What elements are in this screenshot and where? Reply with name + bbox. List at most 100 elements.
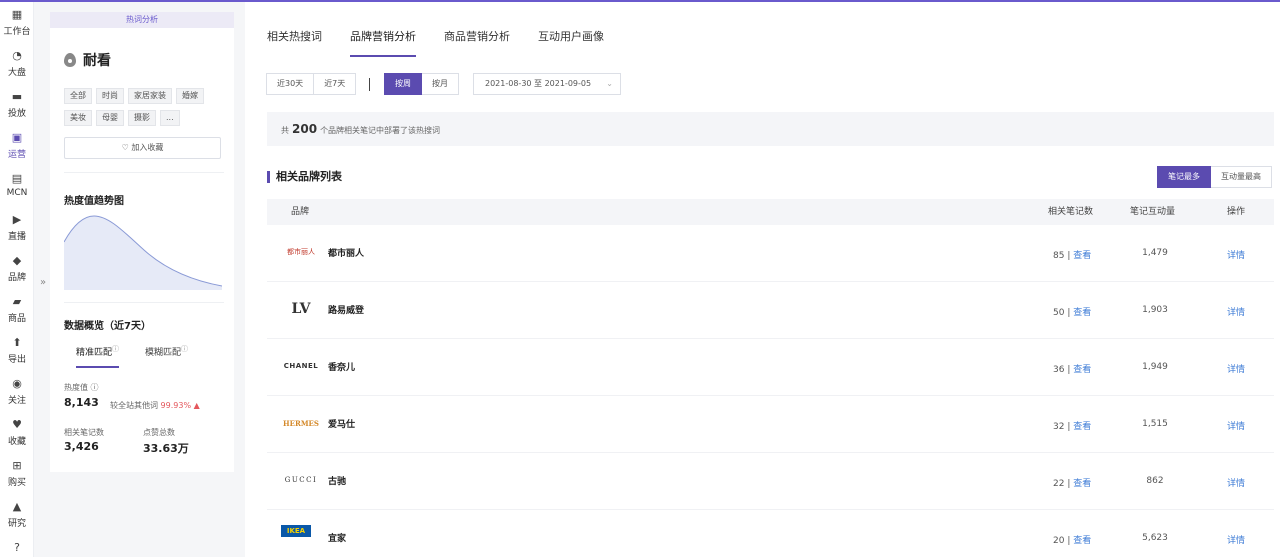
by-month-button[interactable]: 按月 xyxy=(422,73,459,95)
by-week-button[interactable]: 按周 xyxy=(384,73,422,95)
rail-item[interactable]: ♥ 收藏 xyxy=(0,419,34,459)
table-row: GUCCI 古驰 22 | 查看 862 详情 xyxy=(267,453,1274,510)
category-tag[interactable]: 时尚 xyxy=(96,88,124,104)
rail-item[interactable]: ▤ MCN xyxy=(0,173,34,213)
rail-item-label: 研究 xyxy=(7,519,26,529)
rail-item[interactable]: ◉ 关注 xyxy=(0,378,34,418)
category-tag[interactable]: 婚嫁 xyxy=(176,88,204,104)
category-tag[interactable]: 摄影 xyxy=(128,110,156,126)
period-buttons: 按周 按月 xyxy=(384,73,459,95)
brand-logo: LV xyxy=(291,301,311,317)
related-notes-cell: 50 | 查看 xyxy=(1053,305,1091,318)
likes-label: 点赞总数 xyxy=(143,428,175,437)
tab-brand-marketing[interactable]: 品牌营销分析 xyxy=(350,28,416,57)
heat-trend-chart xyxy=(64,215,222,290)
rail-item-label: 品牌 xyxy=(7,273,26,283)
info-icon: ⓘ xyxy=(181,345,189,353)
tab-related-searches[interactable]: 相关热搜词 xyxy=(267,28,322,57)
brand-name: 路易威登 xyxy=(328,306,365,316)
detail-link[interactable]: 详情 xyxy=(1227,536,1245,546)
view-link[interactable]: 查看 xyxy=(1073,422,1091,432)
brand-name: 宜家 xyxy=(328,534,347,544)
keyword-name: 耐看 xyxy=(83,53,111,69)
mcn-icon: ▤ xyxy=(11,172,23,185)
divider xyxy=(64,172,224,173)
category-tag[interactable]: 家居家装 xyxy=(128,88,172,104)
rail-item-label: 关注 xyxy=(7,396,26,406)
category-tag[interactable]: 美妆 xyxy=(64,110,92,126)
category-tag[interactable]: 母婴 xyxy=(96,110,124,126)
related-notes-cell: 36 | 查看 xyxy=(1053,362,1091,375)
chat-chart-icon: ▣ xyxy=(11,131,23,144)
rail-item[interactable]: ▲ 研究 xyxy=(0,501,34,541)
bag-icon: ▰ xyxy=(12,295,22,308)
detail-link[interactable]: 详情 xyxy=(1227,479,1245,489)
rail-item-label: 直播 xyxy=(7,232,26,242)
notes-count: 50 | xyxy=(1053,308,1071,318)
detail-link[interactable]: 详情 xyxy=(1227,422,1245,432)
date-range-picker[interactable]: 2021-08-30 至 2021-09-05 ⌄ xyxy=(473,73,621,95)
rail-item-label: 运营 xyxy=(7,150,26,160)
related-notes-cell: 85 | 查看 xyxy=(1053,248,1091,261)
rail-item[interactable]: ▣ 运营 xyxy=(0,132,34,172)
sort-most-interactions-button[interactable]: 互动量最高 xyxy=(1211,166,1272,188)
rail-item[interactable]: ◆ 品牌 xyxy=(0,255,34,295)
detail-link[interactable]: 详情 xyxy=(1227,308,1245,318)
notes-count: 32 | xyxy=(1053,422,1071,432)
last-30-days-button[interactable]: 近30天 xyxy=(266,73,315,95)
detail-link[interactable]: 详情 xyxy=(1227,365,1245,375)
table-row: CHANEL 香奈儿 36 | 查看 1,949 详情 xyxy=(267,339,1274,396)
sort-most-notes-button[interactable]: 笔记最多 xyxy=(1157,166,1211,188)
keyword-drop-icon xyxy=(64,53,76,67)
match-tabs: 精准匹配ⓘ 模糊匹配ⓘ xyxy=(76,344,188,368)
brand-icon: ◆ xyxy=(12,254,22,267)
rail-item[interactable]: ⊞ 购买 xyxy=(0,460,34,500)
interaction-count: 862 xyxy=(1146,476,1164,486)
brand-list-title: 相关品牌列表 xyxy=(267,171,342,183)
rail-item[interactable]: ▦ 工作台 xyxy=(0,9,34,49)
table-row: LV 路易威登 50 | 查看 1,903 详情 xyxy=(267,282,1274,339)
tab-fuzzy-match[interactable]: 模糊匹配ⓘ xyxy=(145,344,188,368)
rail-item[interactable]: ▶ 直播 xyxy=(0,214,34,254)
rail-item[interactable]: ⬆ 导出 xyxy=(0,337,34,377)
heat-note: 较全站其他词 99.93% ▲ xyxy=(110,401,200,410)
main-content: 相关热搜词 品牌营销分析 商品营销分析 互动用户画像 近30天 近7天 按周 按… xyxy=(245,2,1280,557)
view-link[interactable]: 查看 xyxy=(1073,365,1091,375)
add-favorite-button[interactable]: ♡ 加入收藏 xyxy=(64,137,221,159)
brand-count: 200 xyxy=(292,122,318,136)
view-link[interactable]: 查看 xyxy=(1073,536,1091,546)
trend-title: 热度值趋势图 xyxy=(64,196,124,207)
export-icon: ⬆ xyxy=(12,336,22,349)
tab-product-marketing[interactable]: 商品营销分析 xyxy=(444,28,510,57)
detail-link[interactable]: 详情 xyxy=(1227,251,1245,261)
category-tag[interactable]: ... xyxy=(160,110,180,126)
info-icon: ⓘ xyxy=(112,345,120,353)
view-link[interactable]: 查看 xyxy=(1073,308,1091,318)
rail-item[interactable]: ▰ 商品 xyxy=(0,296,34,336)
related-notes-cell: 20 | 查看 xyxy=(1053,533,1091,546)
tab-user-profile[interactable]: 互动用户画像 xyxy=(538,28,604,57)
rail-item[interactable]: ▬ 投放 xyxy=(0,91,34,131)
brand-logo: GUCCI xyxy=(284,476,318,484)
pie-chart-icon: ◔ xyxy=(12,49,22,62)
collapse-panel-icon[interactable]: » xyxy=(40,277,46,288)
rail-item[interactable]: ? xyxy=(0,542,34,557)
category-tag[interactable]: 全部 xyxy=(64,88,92,104)
rail-item-label: MCN xyxy=(6,188,28,198)
view-link[interactable]: 查看 xyxy=(1073,479,1091,489)
icon-rail: ▦ 工作台 ◔ 大盘 ▬ 投放 ▣ 运营 ▤ MCN ▶ 直播 ◆ 品牌 ▰ 商品 ⬆ 导出 ◉ 关注 ♥ 收藏 ⊞ 购买 ▲ 研… xyxy=(0,2,34,557)
separator xyxy=(369,78,370,91)
rail-item[interactable]: ◔ 大盘 xyxy=(0,50,34,90)
action-cell: 详情 xyxy=(1227,419,1245,432)
overview-title: 数据概览（近7天） xyxy=(64,321,151,332)
tab-exact-match[interactable]: 精准匹配ⓘ xyxy=(76,344,120,368)
brand-name: 古驰 xyxy=(328,477,347,487)
action-cell: 详情 xyxy=(1227,248,1245,261)
notes-count: 36 | xyxy=(1053,365,1071,375)
last-7-days-button[interactable]: 近7天 xyxy=(314,73,357,95)
view-link[interactable]: 查看 xyxy=(1073,251,1091,261)
rail-item-label: 收藏 xyxy=(7,437,26,447)
interaction-count: 1,515 xyxy=(1142,419,1168,429)
likes-value: 33.63万 xyxy=(143,442,189,455)
panel-badge: 热词分析 xyxy=(50,12,234,28)
